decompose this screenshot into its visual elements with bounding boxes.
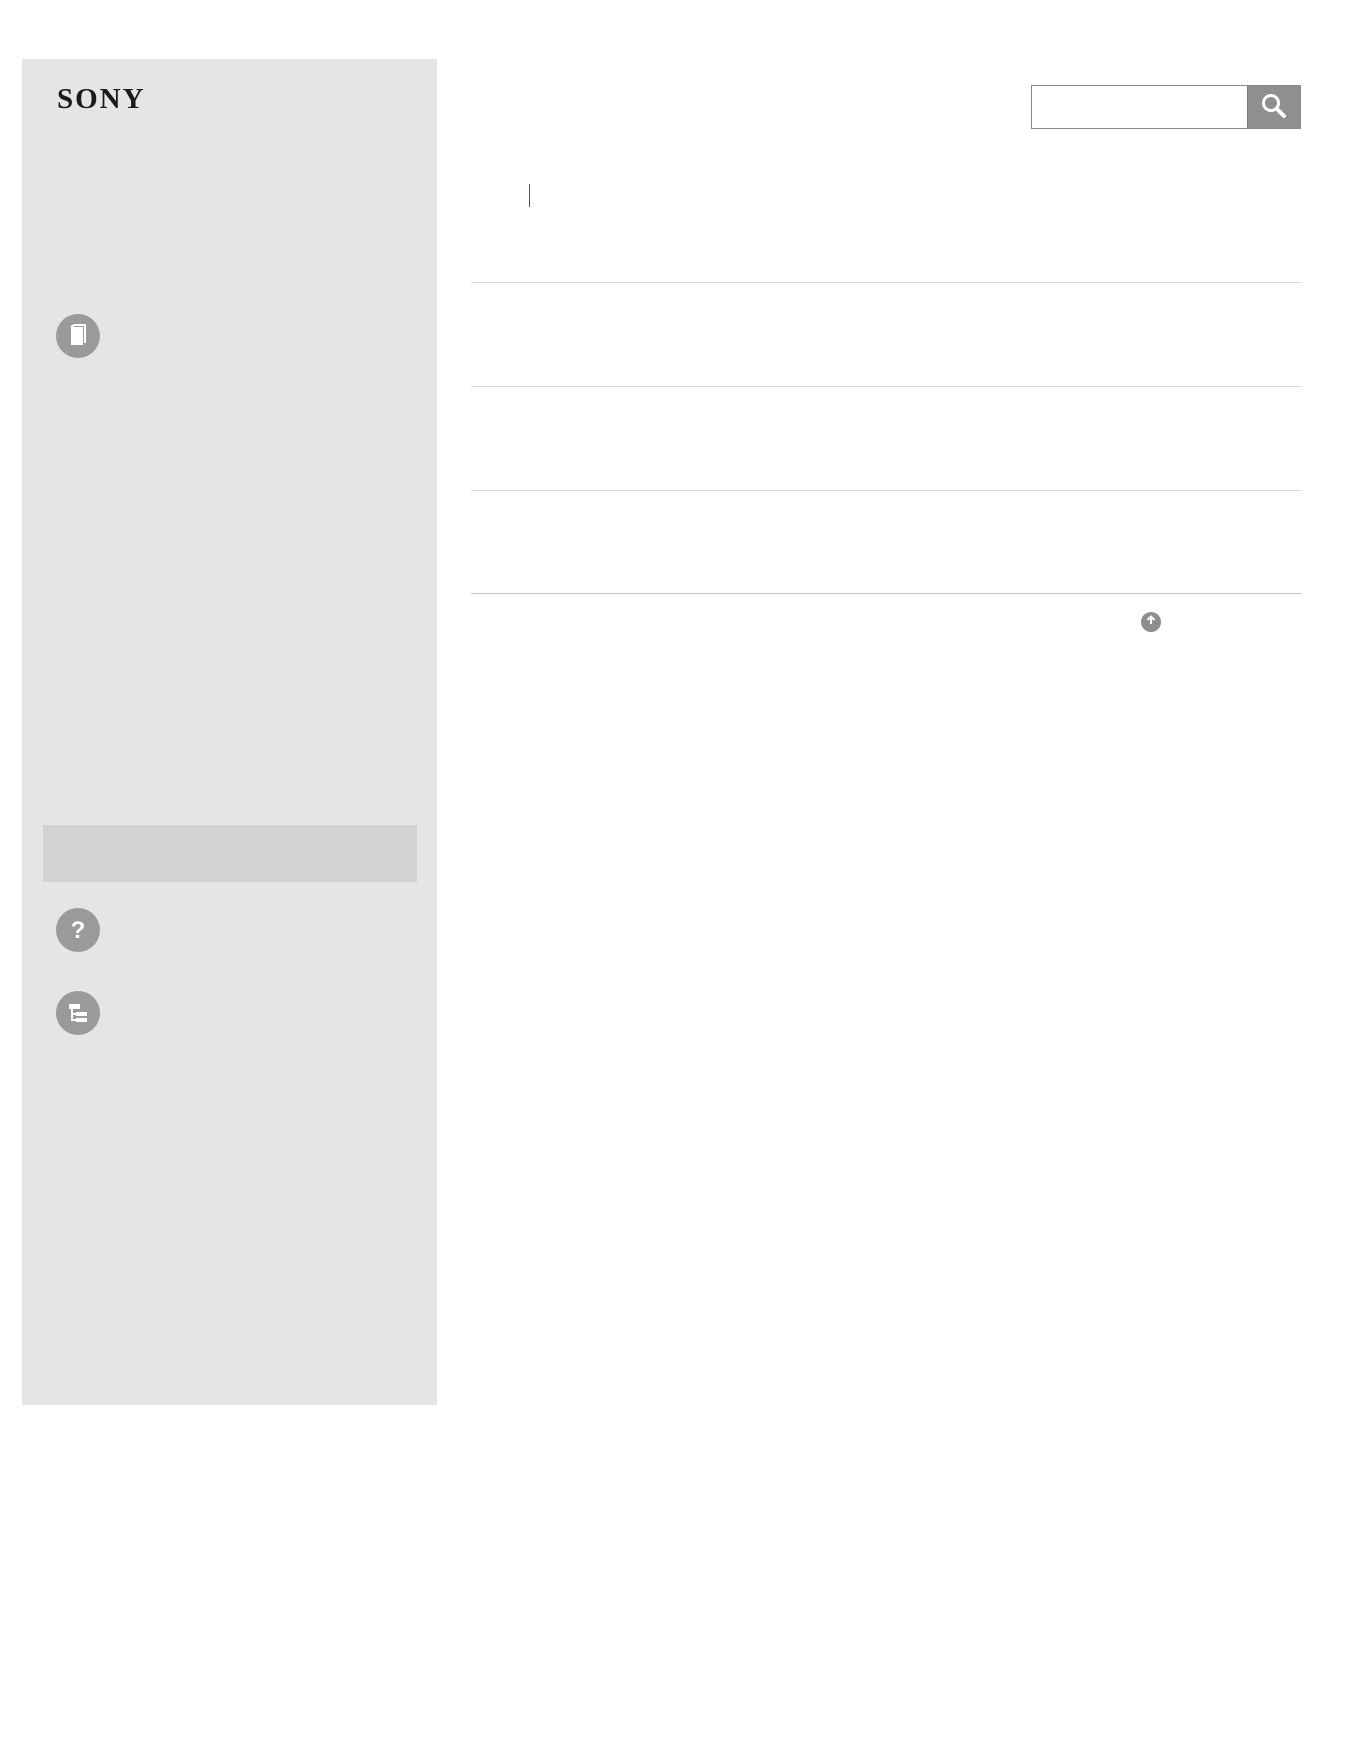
breadcrumb-separator xyxy=(529,184,530,207)
sidebar: SONY ? xyxy=(22,59,437,1405)
list-item[interactable] xyxy=(471,491,1302,593)
sidebar-highlight-bar[interactable] xyxy=(43,825,417,882)
search-button[interactable] xyxy=(1247,86,1300,128)
question-icon[interactable]: ? xyxy=(56,908,100,952)
row-divider xyxy=(471,593,1302,594)
list-item[interactable] xyxy=(471,283,1302,385)
back-to-top-button[interactable] xyxy=(1141,612,1161,632)
book-icon[interactable] xyxy=(56,314,100,358)
sony-logo[interactable]: SONY xyxy=(57,83,146,116)
search-input[interactable] xyxy=(1032,86,1247,128)
page: SONY ? xyxy=(0,0,1361,1761)
arrow-up-icon xyxy=(1145,613,1157,631)
search-box xyxy=(1031,85,1301,129)
tree-list-icon[interactable] xyxy=(56,991,100,1035)
search-icon xyxy=(1260,92,1288,123)
svg-text:?: ? xyxy=(71,917,86,943)
list-item[interactable] xyxy=(471,387,1302,489)
